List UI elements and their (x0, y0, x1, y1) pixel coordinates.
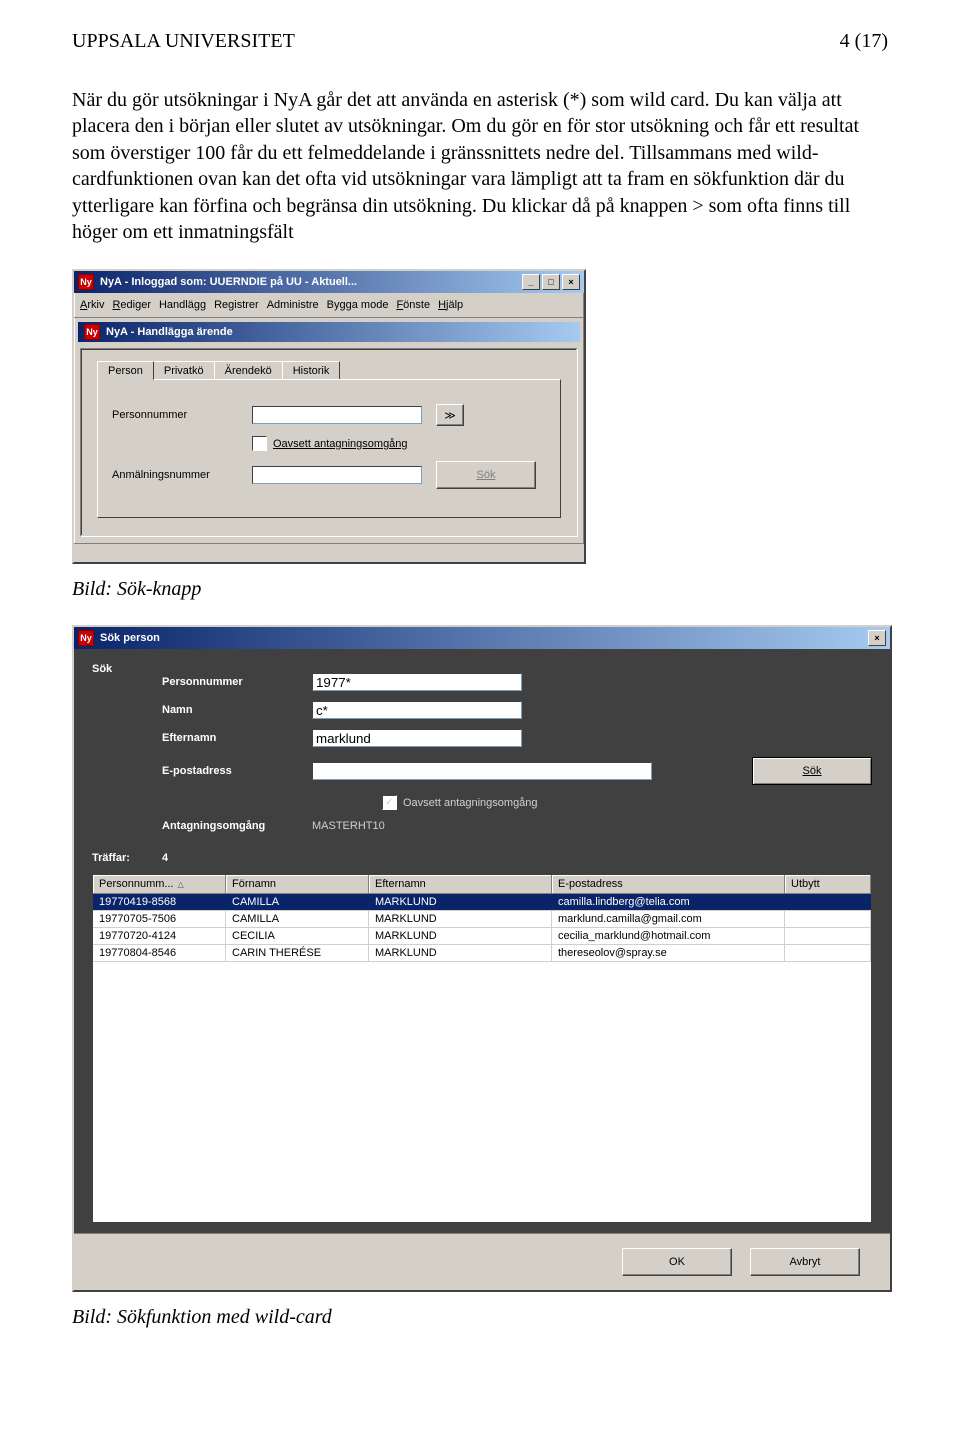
ok-button[interactable]: OK (622, 1248, 732, 1276)
table-row[interactable]: 19770720-4124CECILIAMARKLUNDcecilia_mark… (93, 928, 871, 945)
checkbox-label-2: Oavsett antagningsomgång (403, 797, 538, 809)
table-row[interactable]: 19770804-8546CARIN THERÉSEMARKLUNDtheres… (93, 945, 871, 962)
col-fornamn[interactable]: Förnamn (226, 875, 369, 893)
table-row[interactable]: 19770705-7506CAMILLAMARKLUNDmarklund.cam… (93, 911, 871, 928)
doc-header-org: UPPSALA UNIVERSITET (72, 30, 295, 53)
window-sok-person: Ny Sök person × Sök Personnummer Namn (72, 625, 892, 1292)
input-efternamn[interactable] (312, 729, 522, 747)
label-efternamn: Efternamn (162, 732, 312, 744)
minimize-button[interactable]: _ (522, 274, 540, 290)
tab-privatko[interactable]: Privatkö (153, 361, 215, 379)
tab-arendeko[interactable]: Ärendekö (214, 361, 283, 379)
label-namn: Namn (162, 704, 312, 716)
menu-bygga-modell[interactable]: Bygga mode (323, 297, 393, 313)
value-traffar: 4 (162, 852, 168, 864)
input-namn[interactable] (312, 701, 522, 719)
menu-administrera[interactable]: Administre (263, 297, 323, 313)
window-nya-main: Ny NyA - Inloggad som: UUERNDIE på UU - … (72, 269, 586, 564)
value-omgang: MASTERHT10 (312, 820, 385, 832)
sok-button-disabled: Sök (436, 461, 536, 489)
titlebar-main[interactable]: Ny NyA - Inloggad som: UUERNDIE på UU - … (74, 271, 584, 293)
subwindow-title: Ny NyA - Handlägga ärende (78, 322, 580, 342)
tab-person[interactable]: Person (97, 361, 154, 380)
sok-button-label-2: Sök (803, 765, 822, 777)
tab-historik[interactable]: Historik (282, 361, 341, 379)
menu-handlagga[interactable]: Handlägg (155, 297, 210, 313)
app-icon: Ny (78, 274, 94, 290)
menu-hjalp[interactable]: Hjälp (434, 297, 467, 313)
menu-arkiv[interactable]: Arkiv (76, 297, 108, 313)
label-traffar: Träffar: (92, 852, 162, 864)
table-row[interactable]: 19770419-8568CAMILLAMARKLUNDcamilla.lind… (93, 894, 871, 911)
anmalningsnummer-input[interactable] (252, 466, 422, 484)
subwindow-title-text: NyA - Handlägga ärende (106, 326, 233, 338)
col-efternamn[interactable]: Efternamn (369, 875, 552, 893)
titlebar-sok[interactable]: Ny Sök person × (74, 627, 890, 649)
caption-1: Bild: Sök-knapp (72, 578, 888, 601)
caption-2: Bild: Sökfunktion med wild-card (72, 1306, 888, 1329)
cancel-button[interactable]: Avbryt (750, 1248, 860, 1276)
titlebar-title: NyA - Inloggad som: UUERNDIE på UU - Akt… (100, 276, 357, 288)
app-icon-sub: Ny (84, 324, 100, 340)
statusbar (74, 543, 584, 562)
menu-redigera[interactable]: Rediger (108, 297, 155, 313)
search-expand-button[interactable]: ≫ (436, 404, 464, 426)
app-icon-sok: Ny (78, 630, 94, 646)
sort-asc-icon: △ (178, 880, 184, 889)
menu-registrera[interactable]: Registrer (210, 297, 263, 313)
personnummer-input[interactable] (252, 406, 422, 424)
close-button-sok[interactable]: × (868, 630, 886, 646)
results-table: Personnumm...△ Förnamn Efternamn E-posta… (92, 874, 872, 1223)
label-anmalningsnummer: Anmälningsnummer (112, 469, 252, 481)
label-personnummer: Personnummer (112, 409, 252, 421)
label-omgang: Antagningsomgång (162, 820, 312, 832)
titlebar-sok-title: Sök person (100, 632, 160, 644)
input-epost[interactable] (312, 762, 652, 780)
sok-button-label: Sök (477, 469, 496, 481)
col-epost[interactable]: E-postadress (552, 875, 785, 893)
menu-fonster[interactable]: Fönste (392, 297, 434, 313)
col-pnr[interactable]: Personnumm...△ (93, 875, 226, 893)
label-epost: E-postadress (162, 765, 312, 777)
menubar: Arkiv Rediger Handlägg Registrer Adminis… (74, 293, 584, 318)
search-section-label: Sök (92, 663, 162, 842)
maximize-button[interactable]: □ (542, 274, 560, 290)
col-utbytt[interactable]: Utbytt (785, 875, 871, 893)
tabstrip: Person Privatkö Ärendekö Historik (97, 361, 567, 379)
doc-header-page: 4 (17) (840, 30, 888, 53)
chevron-right-icon: ≫ (444, 409, 456, 422)
body-paragraph: När du gör utsökningar i NyA går det att… (72, 87, 888, 245)
label-pnr: Personnummer (162, 676, 312, 688)
checkbox-oavsett-2[interactable]: ✓ (382, 795, 397, 810)
close-button[interactable]: × (562, 274, 580, 290)
sok-button[interactable]: Sök (752, 757, 872, 785)
checkbox-label-1: Oavsett antagningsomgång (273, 438, 408, 450)
checkbox-oavsett-1[interactable] (252, 436, 267, 451)
input-pnr[interactable] (312, 673, 522, 691)
